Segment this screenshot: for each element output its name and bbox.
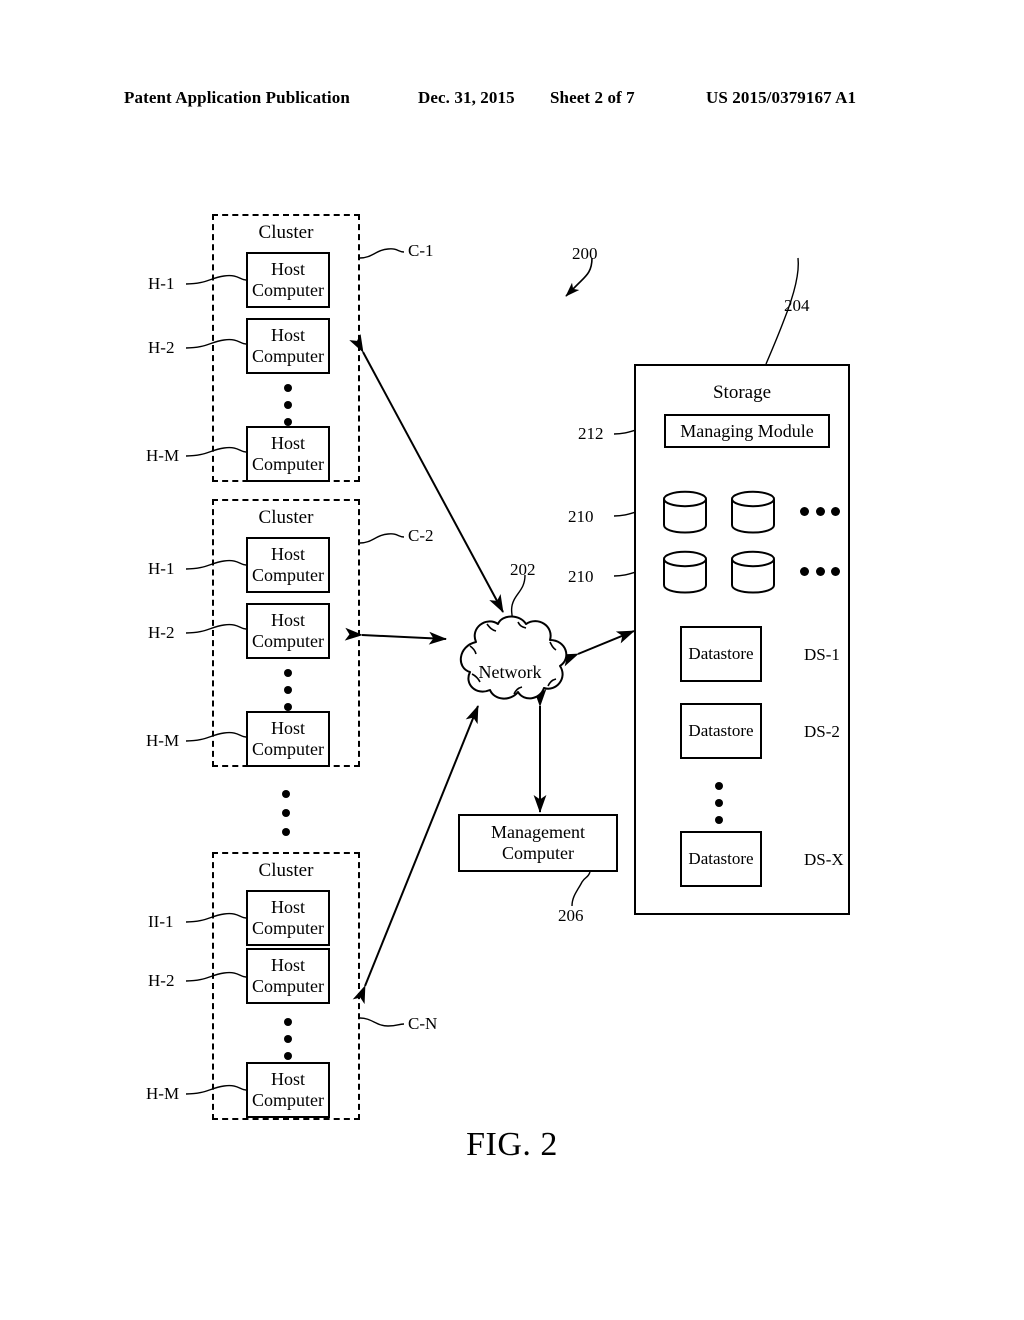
cluster-c2-host-1[interactable]: Host Computer [246,537,330,593]
ref-label-cluster-c1-host-1: H-1 [148,274,175,293]
cluster-c2-title: Cluster [258,507,314,528]
management-computer-label-line1: Management [491,822,585,842]
datastore-ds2-label: Datastore [688,721,754,740]
figure-caption: FIG. 2 [466,1126,558,1163]
cluster-cn-host-ellipsis [284,1018,292,1060]
cluster-cn-host-m[interactable]: Host Computer [246,1062,330,1118]
disk-icon-row2-2 [730,550,776,594]
cluster-c2-host-2[interactable]: Host Computer [246,603,330,659]
ref-label-datastore-ds2: DS-2 [804,722,840,741]
cluster-c1-host-m[interactable]: Host Computer [246,426,330,482]
disk-icon-row2-1 [662,550,708,594]
ref-label-cluster-c2-host-1: H-1 [148,559,175,578]
network-label: Network [478,662,542,682]
host-label-line1: Host [270,433,305,453]
disk-row1-ellipsis [800,507,840,516]
host-label-line1: Host [270,1069,305,1089]
host-label-line1: Host [270,325,305,345]
ref-label-cluster-c1-host-2: H-2 [148,338,175,357]
cluster-c1-title: Cluster [258,222,314,243]
cluster-c1-host-1[interactable]: Host Computer [246,252,330,308]
datastore-dsx-label: Datastore [688,849,754,868]
ref-label-datastore-dsx: DS-X [804,850,844,869]
ref-label-cluster-cn-host-1: II-1 [148,912,174,931]
cluster-c1-host-2[interactable]: Host Computer [246,318,330,374]
ref-label-cluster-c2: C-2 [408,526,434,545]
ref-label-cluster-cn: C-N [408,1014,438,1033]
storage-title: Storage [712,382,772,403]
host-label-line1: Host [270,897,305,917]
network-cloud-icon[interactable] [440,612,580,704]
cluster-group-ellipsis [281,790,290,836]
host-label-line1: Host [270,955,305,975]
ref-label-network-202: 202 [510,560,536,579]
datastore-ds1-label: Datastore [688,644,754,663]
managing-module-label: Managing Module [680,420,814,441]
management-computer-box[interactable]: Management Computer [458,814,618,872]
cluster-c2-host-ellipsis [284,669,292,711]
cluster-c2-host-m[interactable]: Host Computer [246,711,330,767]
ref-label-disk-row2-210: 210 [568,567,594,586]
ref-label-storage-204: 204 [784,296,810,315]
management-computer-label-line2: Computer [502,843,574,863]
ref-label-system-200: 200 [572,244,598,263]
host-label-line2: Computer [252,976,324,996]
ref-label-cluster-cn-host-2: H-2 [148,971,175,990]
host-label-line2: Computer [252,1090,324,1110]
ref-label-management-computer-206: 206 [558,906,584,925]
host-label-line1: Host [270,544,305,564]
host-label-line2: Computer [252,918,324,938]
datastore-ellipsis [715,782,723,824]
cluster-c1-host-ellipsis [284,384,292,426]
host-label-line2: Computer [252,631,324,651]
host-label-line1: Host [270,718,305,738]
datastore-ds2-box[interactable]: Datastore [680,703,762,759]
host-label-line2: Computer [252,346,324,366]
cluster-cn-title: Cluster [258,860,314,881]
ref-label-disk-row1-210: 210 [568,507,594,526]
ref-label-cluster-c1: C-1 [408,241,434,260]
figure-2-diagram: Network (long diagonal) --> Network (hor… [0,0,1024,1320]
ref-label-managing-module-212: 212 [578,424,604,443]
disk-row2-ellipsis [800,567,840,576]
host-label-line1: Host [270,610,305,630]
cluster-cn-host-1[interactable]: Host Computer [246,890,330,946]
managing-module-box[interactable]: Managing Module [664,414,830,448]
ref-label-datastore-ds1: DS-1 [804,645,840,664]
host-label-line2: Computer [252,280,324,300]
datastore-ds1-box[interactable]: Datastore [680,626,762,682]
cluster-cn-host-2[interactable]: Host Computer [246,948,330,1004]
disk-icon-row1-1 [662,490,708,534]
host-label-line2: Computer [252,565,324,585]
ref-label-cluster-c2-host-m: H-M [146,731,180,750]
datastore-dsx-box[interactable]: Datastore [680,831,762,887]
ref-label-cluster-cn-host-m: H-M [146,1084,180,1103]
host-label-line1: Host [270,259,305,279]
ref-label-cluster-c1-host-m: H-M [146,446,180,465]
ref-label-cluster-c2-host-2: H-2 [148,623,175,642]
host-label-line2: Computer [252,454,324,474]
disk-icon-row1-2 [730,490,776,534]
host-label-line2: Computer [252,739,324,759]
